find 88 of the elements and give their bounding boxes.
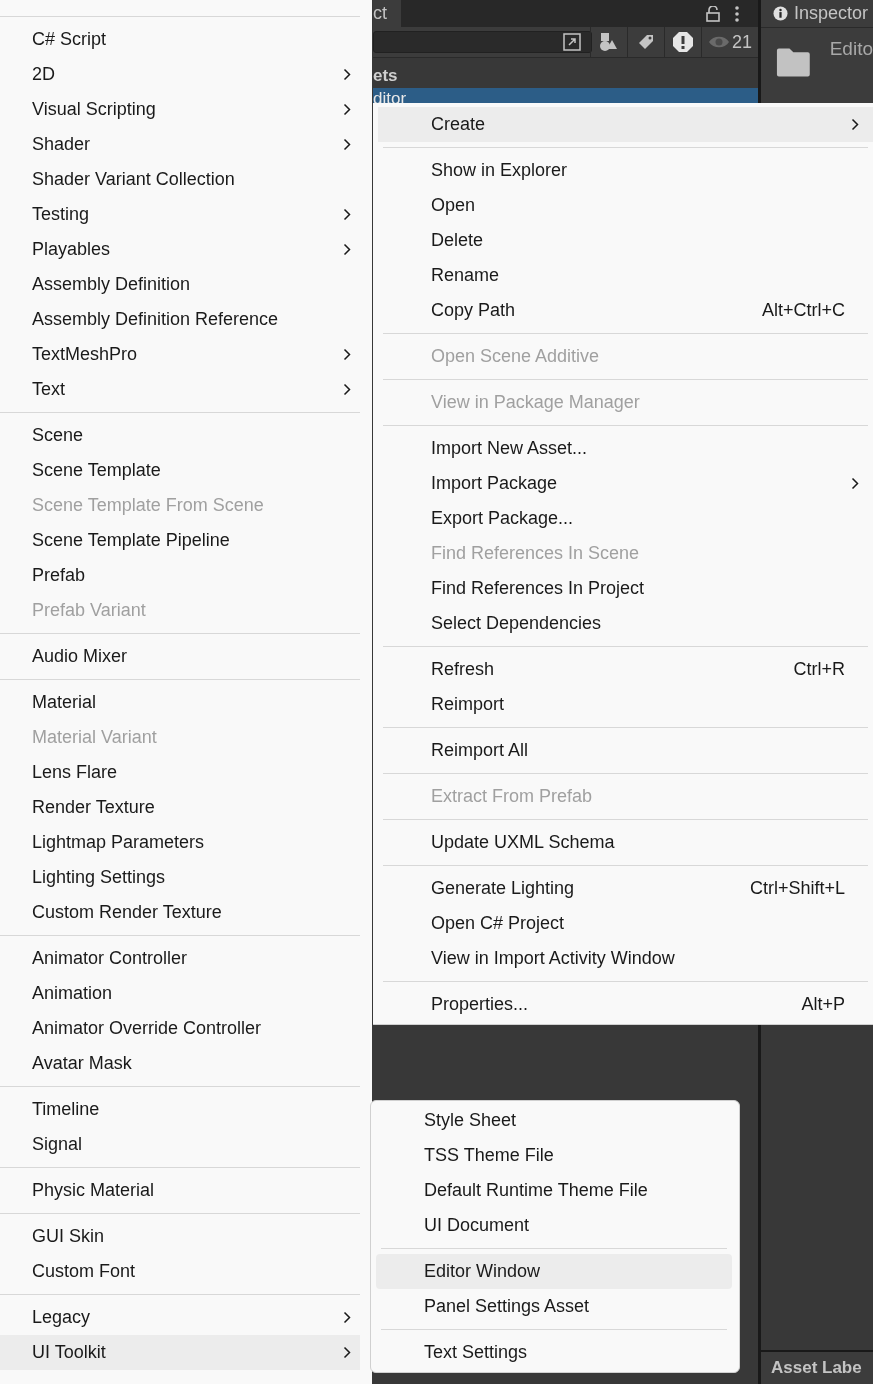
menu-item[interactable]: Testing: [0, 197, 360, 232]
shapes-icon: [598, 31, 620, 53]
menu-item[interactable]: Delete: [378, 223, 873, 258]
menu-item[interactable]: Panel Settings Asset: [376, 1289, 732, 1324]
expand-icon[interactable]: [562, 32, 582, 52]
menu-item[interactable]: Render Texture: [0, 790, 360, 825]
menu-item[interactable]: Avatar Mask: [0, 1046, 360, 1081]
menu-item[interactable]: Reimport All: [378, 733, 873, 768]
menu-item[interactable]: Text Settings: [376, 1335, 732, 1370]
menu-item[interactable]: Animator Override Controller: [0, 1011, 360, 1046]
project-tab[interactable]: ct: [373, 0, 401, 27]
menu-item[interactable]: GUI Skin: [0, 1219, 360, 1254]
menu-item[interactable]: Lighting Settings: [0, 860, 360, 895]
menu-item[interactable]: Custom Render Texture: [0, 895, 360, 930]
menu-item[interactable]: Open: [378, 188, 873, 223]
menu-item[interactable]: Refresh Ctrl+R: [378, 652, 873, 687]
menu-item[interactable]: Physic Material: [0, 1173, 360, 1208]
chevron-icon: [343, 348, 351, 361]
shortcut-text: Ctrl+R: [793, 658, 845, 681]
warning-icon: [672, 31, 694, 53]
menu-item[interactable]: Editor Window: [376, 1254, 732, 1289]
menu-item[interactable]: Open C# Project: [378, 906, 873, 941]
inspector-tab[interactable]: Inspector: [761, 0, 873, 27]
menu-item[interactable]: Style Sheet: [376, 1103, 732, 1138]
menu-item[interactable]: Playables: [0, 232, 360, 267]
menu-item[interactable]: Scene Template: [0, 453, 360, 488]
menu-item[interactable]: Audio Mixer: [0, 639, 360, 674]
shortcut-text: Alt+P: [801, 993, 845, 1016]
menu-item[interactable]: Custom Font: [0, 1254, 360, 1289]
menu-item[interactable]: Update UXML Schema: [378, 825, 873, 860]
menu-item[interactable]: TSS Theme File: [376, 1138, 732, 1173]
menu-item[interactable]: UI Document: [376, 1208, 732, 1243]
folder-icon: [775, 46, 812, 78]
menu-item[interactable]: Create: [378, 107, 873, 142]
menu-item[interactable]: View in Import Activity Window: [378, 941, 873, 976]
menu-item[interactable]: Shader: [0, 127, 360, 162]
menu-item[interactable]: Copy Path Alt+Ctrl+C: [378, 293, 873, 328]
chevron-icon: [343, 1346, 351, 1359]
shortcut-text: Ctrl+Shift+L: [749, 877, 845, 900]
chevron-icon: [343, 103, 351, 116]
menu-item[interactable]: Animation: [0, 976, 360, 1011]
breadcrumb[interactable]: ets: [373, 58, 758, 88]
chevron-icon: [343, 68, 351, 81]
menu-item[interactable]: Rename: [378, 258, 873, 293]
menu-item[interactable]: Lens Flare: [0, 755, 360, 790]
menu-item[interactable]: Show in Explorer: [378, 153, 873, 188]
chevron-icon: [343, 383, 351, 396]
menu-item[interactable]: Find References In Project: [378, 571, 873, 606]
chevron-icon: [343, 1311, 351, 1324]
more-icon[interactable]: [734, 4, 740, 23]
search-field[interactable]: [373, 31, 592, 53]
menu-item[interactable]: Legacy: [0, 1300, 360, 1335]
menu-item[interactable]: Timeline: [0, 1092, 360, 1127]
info-icon: [773, 6, 788, 21]
menu-item[interactable]: C# Script: [0, 22, 360, 57]
menu-item[interactable]: Import New Asset...: [378, 431, 873, 466]
shortcut-text: Alt+Ctrl+C: [761, 299, 845, 322]
chevron-icon: [343, 243, 351, 256]
menu-item[interactable]: Assembly Definition: [0, 267, 360, 302]
menu-item[interactable]: Visual Scripting: [0, 92, 360, 127]
menu-item[interactable]: Scene Template Pipeline: [0, 523, 360, 558]
chevron-icon: [851, 118, 859, 131]
menu-item[interactable]: Import Package: [378, 466, 873, 501]
chevron-icon: [343, 138, 351, 151]
menu-item[interactable]: Export Package...: [378, 501, 873, 536]
menu-item[interactable]: Scene: [0, 418, 360, 453]
asset-labels-bar[interactable]: Asset Labe: [761, 1350, 873, 1384]
menu-item[interactable]: Lightmap Parameters: [0, 825, 360, 860]
menu-item[interactable]: 2D: [0, 57, 360, 92]
menu-item[interactable]: Signal: [0, 1127, 360, 1162]
menu-item[interactable]: Select Dependencies: [378, 606, 873, 641]
chevron-icon: [343, 208, 351, 221]
menu-item[interactable]: Material: [0, 685, 360, 720]
menu-item[interactable]: Shader Variant Collection: [0, 162, 360, 197]
menu-item[interactable]: TextMeshPro: [0, 337, 360, 372]
menu-item[interactable]: Generate Lighting Ctrl+Shift+L: [378, 871, 873, 906]
menu-item[interactable]: UI Toolkit: [0, 1335, 360, 1370]
eye-icon: [708, 35, 730, 49]
menu-item[interactable]: Properties... Alt+P: [378, 987, 873, 1022]
menu-item[interactable]: Reimport: [378, 687, 873, 722]
menu-item[interactable]: Prefab: [0, 558, 360, 593]
menu-item[interactable]: Text: [0, 372, 360, 407]
lock-icon[interactable]: [706, 5, 720, 22]
chevron-icon: [851, 477, 859, 490]
inspector-title: Edito: [829, 38, 873, 60]
menu-item[interactable]: Animator Controller: [0, 941, 360, 976]
menu-item[interactable]: Default Runtime Theme File: [376, 1173, 732, 1208]
menu-item[interactable]: Assembly Definition Reference: [0, 302, 360, 337]
